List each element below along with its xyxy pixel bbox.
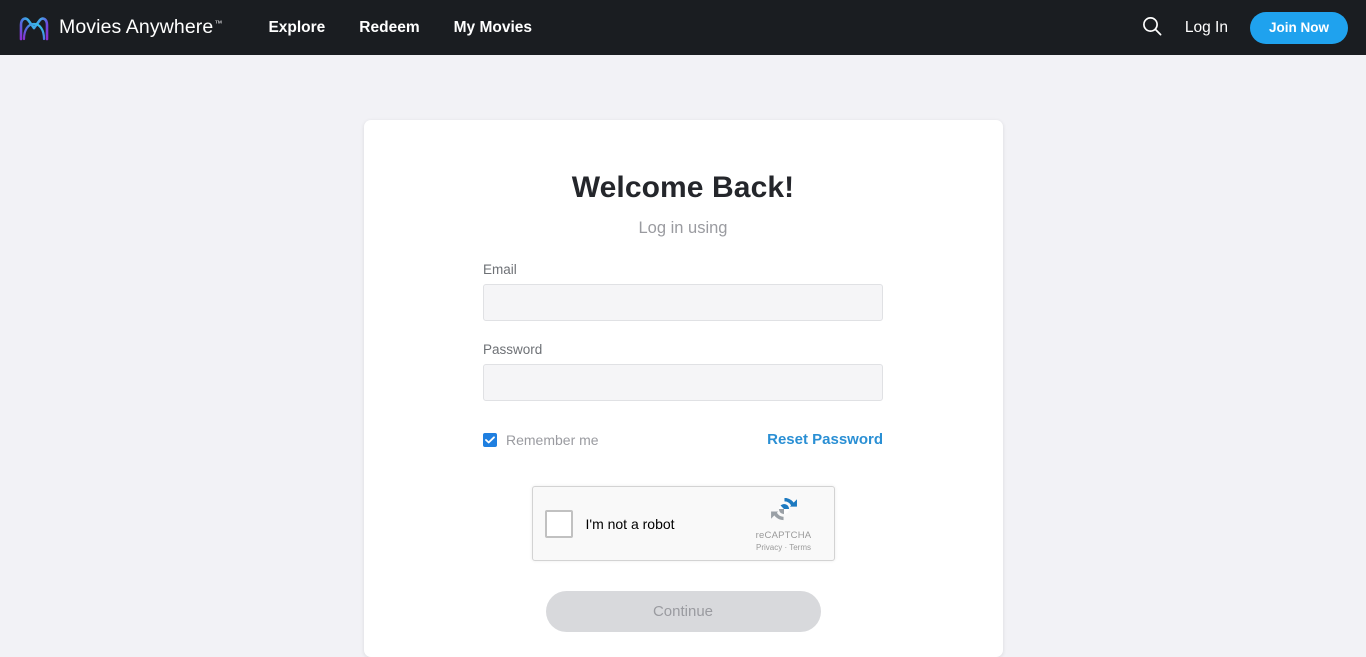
password-field-group: Password [483,342,883,401]
remember-me-checkbox[interactable] [483,432,497,447]
email-field-group: Email [483,262,883,321]
recaptcha-container: I'm not a robot reCAPTCHA Privacy · Term… [483,486,883,561]
email-input[interactable] [483,284,883,321]
trademark-symbol: ™ [214,18,223,28]
brand-logo-link[interactable]: Movies Anywhere™ [18,14,222,42]
password-label: Password [483,342,543,357]
recaptcha-brand-name: reCAPTCHA [755,530,812,541]
remember-me-label: Remember me [506,431,599,448]
recaptcha-legal-links: Privacy · Terms [746,542,822,553]
recaptcha-terms-link[interactable]: Terms [789,543,811,552]
page-body: Welcome Back! Log in using Email Passwor… [0,55,1366,657]
login-form: Email Password Remember me Reset Passwor… [483,262,883,657]
recaptcha-checkbox[interactable] [544,509,573,538]
password-input[interactable] [483,364,883,401]
search-icon [1141,15,1163,40]
remember-me-control[interactable]: Remember me [483,432,599,448]
nav-link-explore[interactable]: Explore [268,19,325,37]
nav-link-redeem[interactable]: Redeem [359,19,419,37]
email-label: Email [483,262,517,277]
recaptcha-privacy-link[interactable]: Privacy [756,543,782,552]
reset-password-link[interactable]: Reset Password [767,431,883,448]
log-in-link[interactable]: Log In [1185,19,1228,37]
recaptcha-label: I'm not a robot [585,515,675,532]
continue-button[interactable]: Continue [545,591,821,632]
nav-right-actions: Log In Join Now [1141,11,1348,44]
login-card: Welcome Back! Log in using Email Passwor… [363,120,1003,657]
continue-button-container: Continue [483,591,883,657]
movies-anywhere-m-logo-icon [18,14,50,42]
brand-name: Movies Anywhere™ [59,16,223,38]
recaptcha-widget[interactable]: I'm not a robot reCAPTCHA Privacy · Term… [531,486,835,561]
checkmark-icon [485,435,495,444]
recaptcha-branding: reCAPTCHA Privacy · Terms [746,494,822,553]
nav-link-my-movies[interactable]: My Movies [454,19,532,37]
form-options-row: Remember me Reset Password [483,431,883,448]
search-button[interactable] [1141,15,1163,40]
page-subtitle: Log in using [638,219,728,237]
page-title: Welcome Back! [571,171,795,204]
recaptcha-circular-arrows-icon [746,494,822,529]
recaptcha-legal-separator: · [784,543,788,552]
top-navigation-bar: Movies Anywhere™ Explore Redeem My Movie… [0,0,1366,55]
join-now-button[interactable]: Join Now [1250,11,1348,44]
primary-nav-links: Explore Redeem My Movies [268,19,532,37]
